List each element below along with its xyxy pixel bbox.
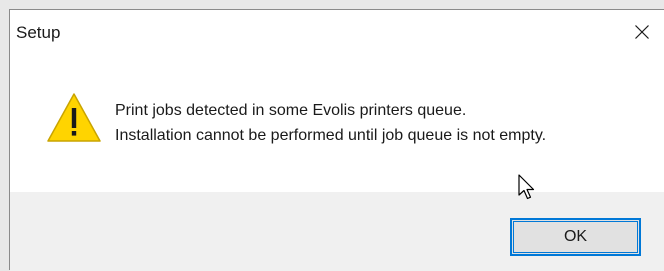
close-icon	[635, 25, 649, 39]
title-bar[interactable]: Setup	[10, 10, 664, 55]
dialog-content: Print jobs detected in some Evolis print…	[10, 55, 664, 192]
mouse-pointer-icon	[518, 174, 535, 200]
close-button[interactable]	[618, 10, 664, 55]
message-text: Print jobs detected in some Evolis print…	[115, 98, 546, 148]
warning-icon	[47, 93, 101, 142]
message-line-2: Installation cannot be performed until j…	[115, 127, 547, 144]
window-title: Setup	[16, 23, 61, 42]
button-bar: OK	[10, 192, 664, 271]
setup-dialog: Setup Print jobs detected in some Evolis…	[9, 9, 664, 271]
ok-button[interactable]: OK	[510, 218, 641, 256]
message-line-1: Print jobs detected in some Evolis print…	[115, 102, 467, 119]
